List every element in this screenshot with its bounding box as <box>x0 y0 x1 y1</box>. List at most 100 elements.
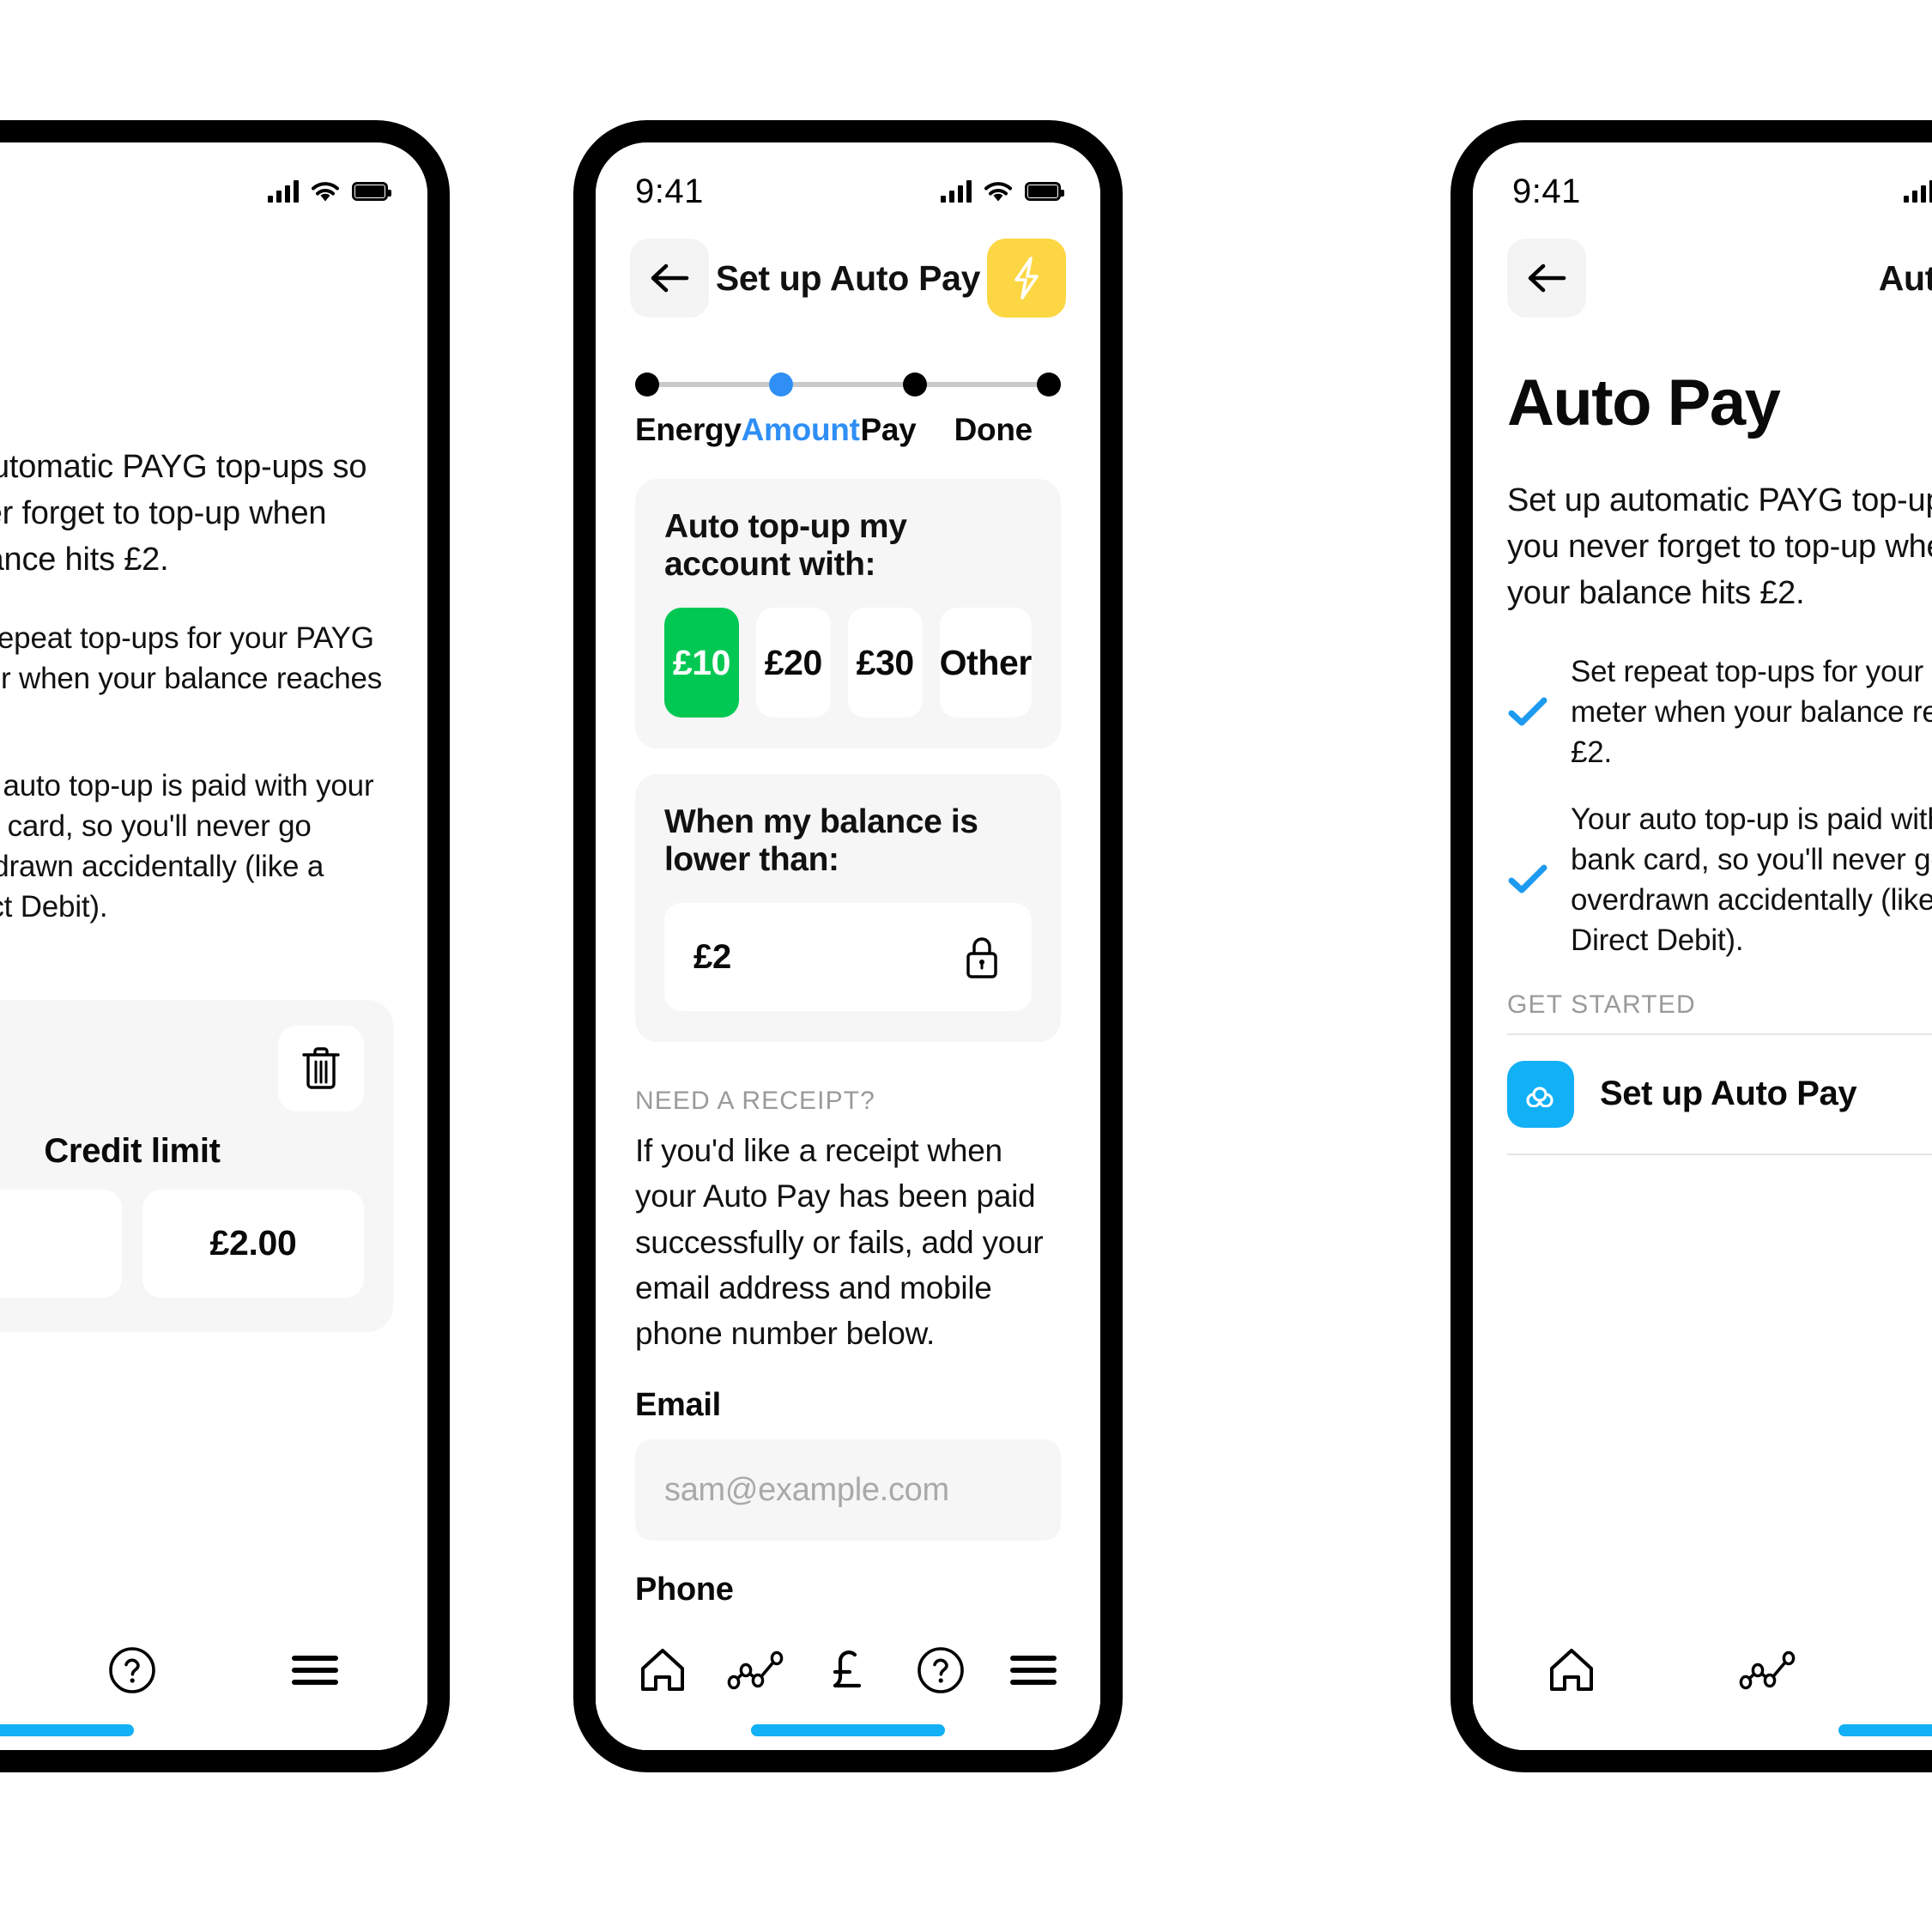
left-checklist: Set repeat top-ups for your PAYG meter w… <box>0 618 393 928</box>
energy-action-button[interactable] <box>987 239 1066 318</box>
step-line-1 <box>659 382 769 387</box>
right-status-bar: 9:41 <box>1473 142 1932 221</box>
middle-status-bar: 9:41 <box>596 142 1100 221</box>
tab-help[interactable] <box>85 1631 179 1710</box>
get-started-label: GET STARTED <box>1507 990 1696 1019</box>
right-nav-title: Auto Pay <box>1878 257 1932 298</box>
right-check-row-1: Set repeat top-ups for your PAYG meter w… <box>1507 651 1932 773</box>
left-home-indicator <box>0 1724 134 1736</box>
left-check-text-1: Set repeat top-ups for your PAYG meter w… <box>0 621 383 696</box>
page-title: Auto Pay <box>1507 366 1781 439</box>
left-status-icons <box>268 180 391 203</box>
question-circle-icon <box>918 1647 964 1693</box>
infinity-icon <box>1507 1060 1574 1128</box>
right-paragraph: Set up automatic PAYG top-ups so you nev… <box>1507 482 1932 611</box>
right-status-time: 9:41 <box>1512 172 1581 210</box>
lock-icon <box>961 932 1002 982</box>
left-check-row-1: Set repeat top-ups for your PAYG meter w… <box>0 618 393 740</box>
usage-graph-icon <box>1739 1650 1796 1690</box>
right-status-icons <box>1904 180 1932 203</box>
amount-option-10[interactable]: £10 <box>664 608 739 718</box>
stepper-labels: Energy Amount Pay Done <box>635 412 1061 448</box>
topup-amount-card: Auto top-up my account with: £10 £20 £30… <box>635 479 1061 748</box>
tab-payments[interactable] <box>1916 1631 1932 1710</box>
usage-graph-icon <box>727 1650 784 1690</box>
question-circle-icon <box>109 1647 155 1693</box>
balance-threshold-card: When my balance is lower than: £2 <box>635 774 1061 1042</box>
amount-option-30[interactable]: £30 <box>847 608 923 718</box>
home-icon <box>1550 1649 1593 1691</box>
middle-screen: 9:41 Set up Auto Pay Energy Amount Pay D… <box>596 142 1100 1750</box>
middle-home-indicator <box>751 1724 945 1736</box>
tab-home[interactable] <box>616 1631 709 1710</box>
tab-usage[interactable] <box>709 1631 802 1710</box>
setup-stepper: Energy Amount Pay Done <box>596 335 1100 457</box>
hamburger-menu-icon <box>292 1656 339 1685</box>
right-check-row-2: Your auto top-up is paid with your bank … <box>1507 799 1932 961</box>
arrow-left-icon <box>651 263 689 293</box>
step-dot-done[interactable] <box>1037 372 1061 397</box>
tab-home[interactable] <box>1524 1631 1619 1710</box>
back-button[interactable] <box>630 239 709 318</box>
email-label: Email <box>635 1387 721 1424</box>
screenshot-canvas: Auto Pay Set up automatic PAYG top-ups s… <box>0 0 1932 1932</box>
left-check-text-2: Your auto top-up is paid with your bank … <box>0 768 374 924</box>
battery-icon <box>352 182 391 201</box>
wifi-icon <box>311 180 340 203</box>
tab-payments[interactable] <box>802 1631 894 1710</box>
step-label-amount: Amount <box>741 412 860 447</box>
right-body: Auto Pay Set up automatic PAYG top-ups s… <box>1473 366 1932 1155</box>
step-label-pay: Pay <box>860 412 917 447</box>
list-item-set-up-auto-pay[interactable]: Set up Auto Pay <box>1507 1035 1932 1154</box>
left-nav-title: Auto Pay <box>0 258 427 299</box>
stepper-track <box>635 372 1061 397</box>
receipt-body-text: If you'd like a receipt when your Auto P… <box>635 1133 1044 1352</box>
tab-help[interactable] <box>894 1631 987 1710</box>
credit-limit-label: Credit limit <box>44 1131 221 1170</box>
delete-button[interactable] <box>278 1025 364 1111</box>
left-screen: Auto Pay Set up automatic PAYG top-ups s… <box>0 142 427 1750</box>
right-navbar: Auto Pay <box>1473 221 1932 335</box>
divider-bottom <box>1507 1153 1932 1155</box>
pound-icon <box>833 1650 862 1688</box>
topup-amount-options: £10 £20 £30 Other <box>664 608 1032 718</box>
step-label-energy: Energy <box>635 412 742 447</box>
left-paragraph: Set up automatic PAYG top-ups so you nev… <box>0 449 367 578</box>
cellular-signal-icon <box>1904 180 1932 203</box>
amount-option-20[interactable]: £20 <box>755 608 831 718</box>
topup-amount-title: Auto top-up my account with: <box>664 508 907 583</box>
left-check-row-2: Your auto top-up is paid with your bank … <box>0 766 393 928</box>
step-dot-energy[interactable] <box>635 372 659 397</box>
wifi-icon <box>984 180 1013 203</box>
middle-status-icons <box>941 180 1064 203</box>
balance-threshold-value: £2 <box>693 937 731 976</box>
list-item-label: Set up Auto Pay <box>1600 1075 1857 1113</box>
back-button[interactable] <box>1507 239 1586 318</box>
step-line-2 <box>793 382 903 387</box>
email-input[interactable]: sam@example.com <box>635 1439 1061 1541</box>
right-checklist: Set repeat top-ups for your PAYG meter w… <box>1507 651 1932 961</box>
left-status-bar <box>0 142 427 221</box>
left-body: Set up automatic PAYG top-ups so you nev… <box>0 335 427 928</box>
balance-threshold-field[interactable]: £2 <box>664 903 1032 1011</box>
tab-usage[interactable] <box>1720 1631 1814 1710</box>
right-check-text-1: Set repeat top-ups for your PAYG meter w… <box>1571 654 1932 770</box>
arrow-left-icon <box>1528 263 1566 293</box>
credit-limit-fields: £2.00 <box>0 1189 364 1298</box>
tab-menu[interactable] <box>268 1631 362 1710</box>
check-icon <box>1507 695 1548 730</box>
step-dot-amount[interactable] <box>769 372 793 397</box>
credit-limit-value[interactable]: £2.00 <box>142 1189 364 1298</box>
left-navbar: Auto Pay <box>0 221 427 335</box>
step-dot-pay[interactable] <box>903 372 927 397</box>
cellular-signal-icon <box>941 180 972 203</box>
right-screen: 9:41 Auto Pay Auto Pay <box>1473 142 1932 1750</box>
amount-option-other[interactable]: Other <box>939 608 1032 718</box>
step-label-done: Done <box>954 412 1033 447</box>
credit-limit-field-a[interactable] <box>0 1189 122 1298</box>
lightning-bolt-icon <box>1014 257 1039 300</box>
phone-left: Auto Pay Set up automatic PAYG top-ups s… <box>0 120 450 1772</box>
trash-icon <box>302 1046 340 1089</box>
credit-limit-card: Credit limit £2.00 <box>0 999 393 1332</box>
tab-menu[interactable] <box>987 1631 1080 1710</box>
